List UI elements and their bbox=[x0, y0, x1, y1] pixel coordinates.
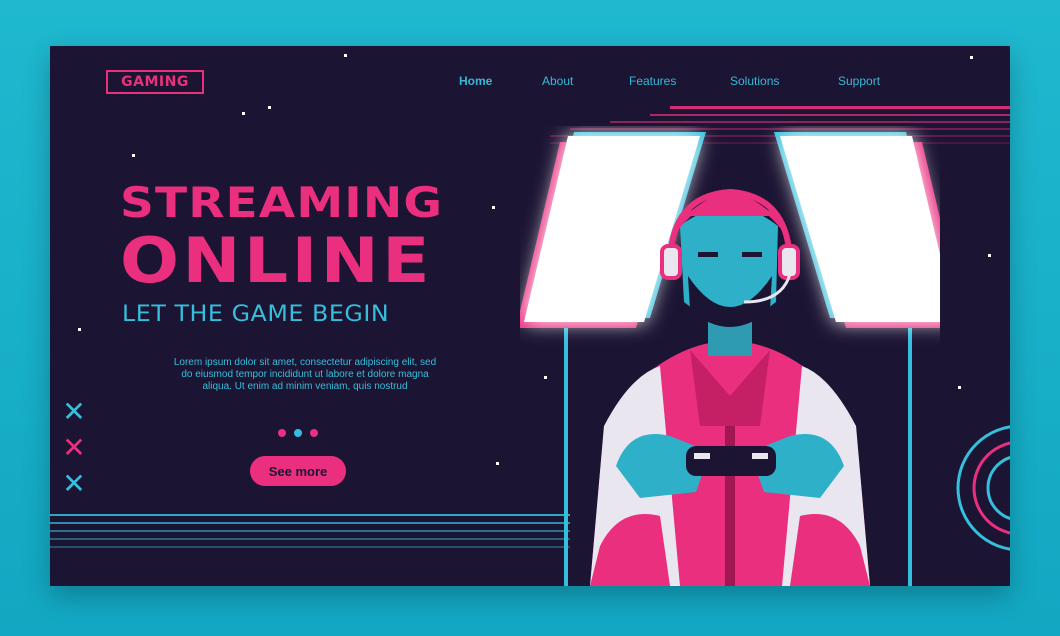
carousel-dot[interactable] bbox=[294, 429, 302, 437]
landing-page-card: GAMING Home About Features Solutions Sup… bbox=[50, 46, 1010, 586]
cross-icon: ✕ bbox=[62, 467, 86, 500]
cross-icon: ✕ bbox=[62, 395, 86, 428]
nav-about[interactable]: About bbox=[542, 74, 573, 88]
carousel-dots bbox=[278, 429, 318, 437]
star-decoration bbox=[78, 328, 81, 331]
star-decoration bbox=[970, 56, 973, 59]
star-decoration bbox=[988, 254, 991, 257]
gaming-logo[interactable]: GAMING bbox=[106, 70, 204, 94]
hero-description: Lorem ipsum dolor sit amet, consectetur … bbox=[173, 357, 437, 392]
hero-subtitle: LET THE GAME BEGIN bbox=[122, 302, 390, 327]
star-decoration bbox=[132, 154, 135, 157]
star-decoration bbox=[344, 54, 347, 57]
hero-title-line2: ONLINE bbox=[120, 224, 433, 297]
see-more-button[interactable]: See more bbox=[250, 456, 346, 486]
carousel-dot[interactable] bbox=[278, 429, 286, 437]
star-decoration bbox=[242, 112, 245, 115]
nav-home[interactable]: Home bbox=[459, 74, 492, 88]
nav-features[interactable]: Features bbox=[629, 74, 676, 88]
streamer-illustration bbox=[520, 132, 940, 586]
hero-title-line1: STREAMING bbox=[120, 178, 444, 227]
bottom-stripes-decoration bbox=[50, 514, 570, 548]
star-decoration bbox=[492, 206, 495, 209]
cross-icon: ✕ bbox=[62, 431, 86, 464]
concentric-circles-decoration bbox=[956, 425, 1010, 551]
star-decoration bbox=[958, 386, 961, 389]
star-decoration bbox=[496, 462, 499, 465]
star-decoration bbox=[268, 106, 271, 109]
nav-support[interactable]: Support bbox=[838, 74, 880, 88]
carousel-dot[interactable] bbox=[310, 429, 318, 437]
nav-solutions[interactable]: Solutions bbox=[730, 74, 779, 88]
